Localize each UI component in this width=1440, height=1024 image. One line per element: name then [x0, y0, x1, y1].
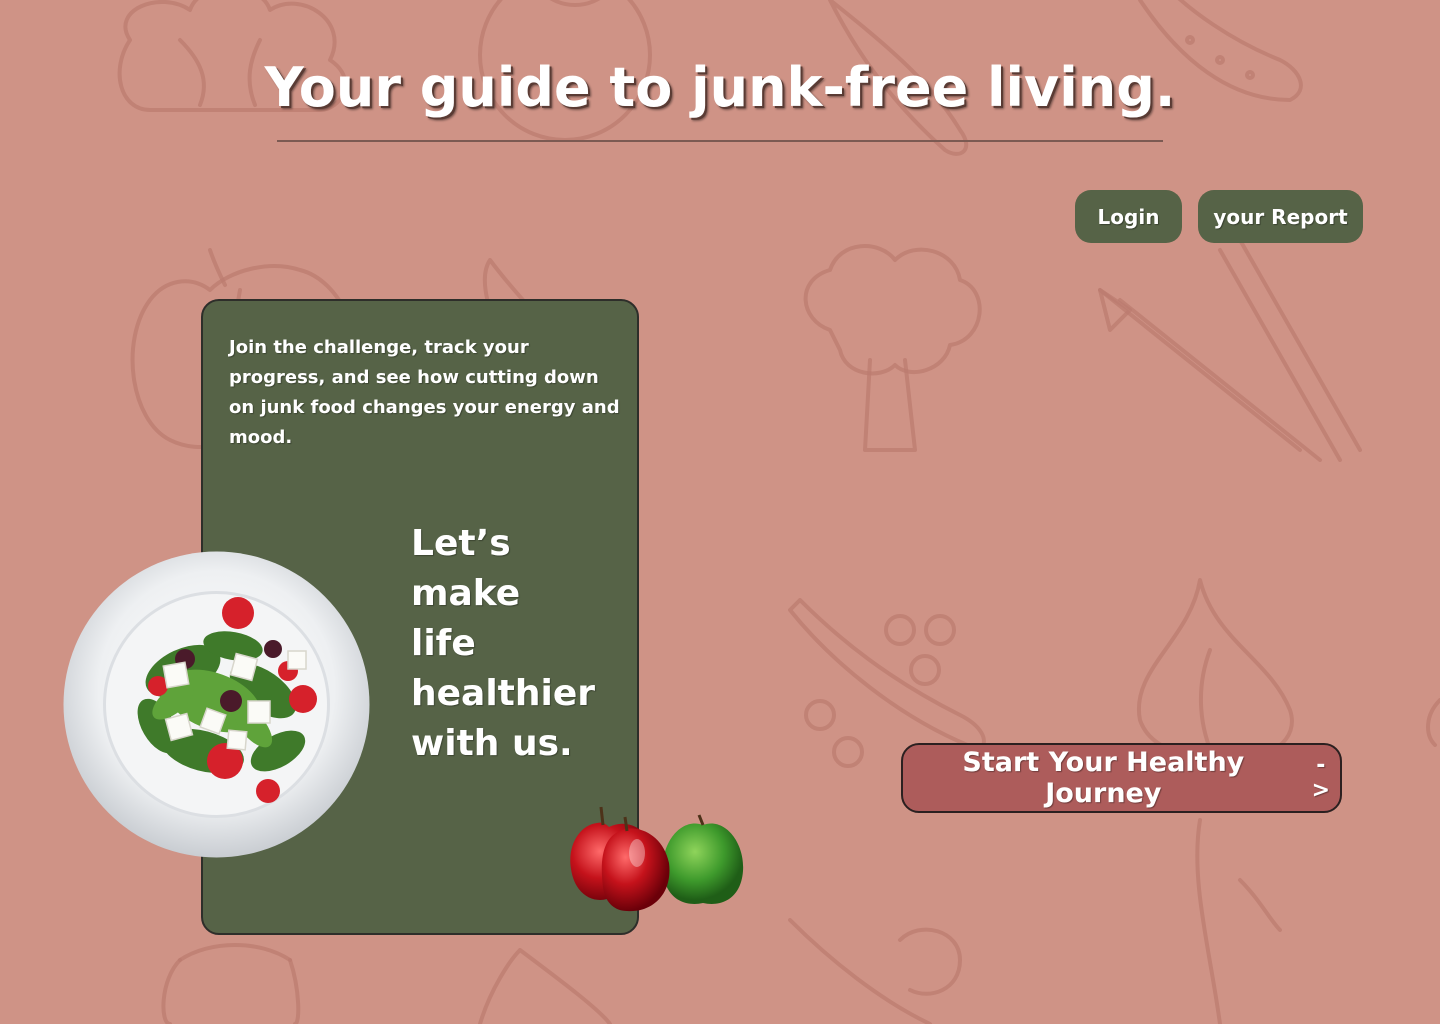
arrow-right-icon: -> [1311, 753, 1331, 803]
chili-doodle-icon [788, 918, 962, 1024]
headline-line: with us. [411, 723, 573, 764]
start-journey-label: Start Your Healthy Journey [962, 747, 1245, 809]
apples-icon [570, 806, 744, 912]
asparagus-doodle-icon [1098, 238, 1362, 462]
onion-doodle-icon [1195, 818, 1282, 1024]
headline-line: Let’s [411, 523, 511, 564]
headline: Let’s make life healthier with us. [411, 519, 621, 769]
broccoli-doodle-icon [803, 244, 982, 452]
garlic-doodle-icon [1136, 578, 1294, 762]
headline-line: life [411, 623, 476, 664]
your-report-button[interactable]: your Report [1198, 190, 1363, 243]
start-journey-button[interactable]: Start Your Healthy Journey -> [901, 743, 1342, 813]
pepper-edge-doodle-icon [1426, 698, 1440, 747]
headline-line: make [411, 573, 521, 614]
page-title: Your guide to junk-free living. [264, 56, 1176, 119]
salad-plate-icon [63, 551, 370, 858]
login-button[interactable]: Login [1075, 190, 1182, 243]
root-doodle-icon [478, 948, 612, 1024]
pepper-doodle-icon [161, 943, 301, 1024]
challenge-description: Join the challenge, track your progress,… [229, 337, 620, 448]
pea-pod-doodle-icon [788, 598, 986, 768]
headline-line: healthier [411, 673, 596, 714]
title-divider [277, 140, 1163, 142]
